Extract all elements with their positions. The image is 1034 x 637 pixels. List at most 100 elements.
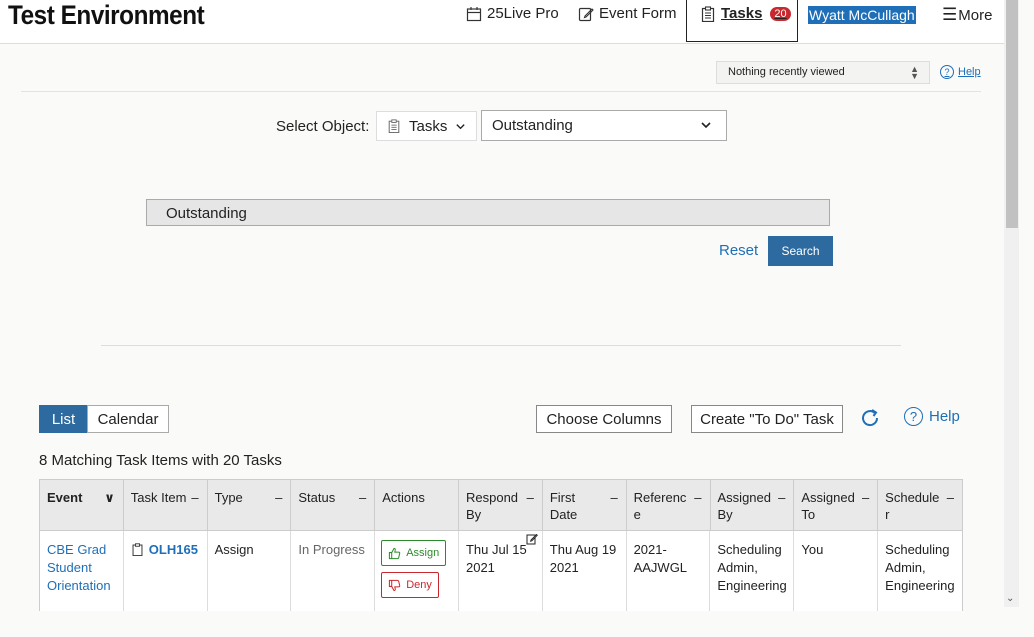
view-calendar-toggle[interactable]: Calendar [87,405,169,433]
reset-link[interactable]: Reset [719,242,758,259]
object-type-dropdown[interactable]: Tasks [376,111,477,141]
column-toggle-icon: – [358,490,367,505]
column-header-first-date[interactable]: First Date – [543,480,627,530]
help-top-label: Help [958,66,981,78]
search-type-select[interactable]: Outstanding [481,110,727,141]
event-name-link[interactable]: CBE Grad Student Orientation [40,531,124,611]
column-label: Assigned By [717,490,771,522]
top-header: Test Environment 25Live Pro Event Form T… [0,0,1004,44]
chevron-down-icon [701,122,711,129]
nav-tasks[interactable]: Tasks 20 [700,5,791,22]
column-header-type[interactable]: Type – [208,480,292,530]
column-label: Task Item [130,490,187,505]
create-todo-task-button[interactable]: Create "To Do" Task [691,405,843,433]
app-title: Test Environment [8,0,205,30]
column-toggle-icon: – [778,490,786,505]
table-row: CBE Grad Student Orientation OLH165 Assi… [39,531,963,611]
column-header-actions: Actions [375,480,459,530]
actions-cell: Assign Deny [375,531,459,611]
column-label: Status [298,490,336,505]
nav-tasks-label: Tasks [721,5,763,22]
help-results-label: Help [929,408,960,425]
respond-by-cell: Thu Jul 15 2021 [459,531,543,611]
recently-viewed-select[interactable]: Nothing recently viewed ▲ ▼ [716,61,930,84]
task-item-link[interactable]: OLH165 [149,541,198,559]
choose-columns-button[interactable]: Choose Columns [536,405,672,433]
hamburger-icon: ☰ [942,5,958,24]
deny-button[interactable]: Deny [381,572,439,598]
search-button[interactable]: Search [768,236,833,266]
search-type-value: Outstanding [492,117,573,134]
match-count-text: 8 Matching Task Items with 20 Tasks [39,452,282,469]
assigned-by-cell: Scheduling Admin, Engineering [710,531,795,611]
column-label: Respond By [465,490,519,522]
column-label: Actions [382,490,425,505]
table-header-row: Event ∨ Task Item – Type – Status – Actions … [39,479,963,531]
column-header-event[interactable]: Event ∨ [40,480,124,530]
nav-25live-pro[interactable]: 25Live Pro [466,5,559,22]
column-header-reference[interactable]: Referenc e – [627,480,711,530]
tasks-count-badge: 20 [770,6,791,21]
edit-icon[interactable] [526,533,538,545]
column-header-assigned-by[interactable]: Assigned By – [711,480,795,530]
thumbs-up-icon [389,547,401,559]
column-header-scheduler[interactable]: Schedule r – [878,480,962,530]
sort-chevron-icon: ∨ [104,490,115,505]
scrollbar-thumb[interactable] [1006,0,1018,228]
assign-button[interactable]: Assign [381,540,447,566]
column-label: Event [47,490,83,505]
scroll-down-arrow-icon[interactable]: ⌄ [1006,593,1014,604]
assigned-to-cell: You [794,531,879,611]
refresh-icon[interactable] [859,407,881,429]
type-cell: Assign [208,531,292,611]
column-label: Referenc e [633,490,687,522]
column-toggle-icon: – [191,490,199,505]
column-toggle-icon: – [275,490,283,505]
column-label: Assigned To [801,490,855,522]
column-label: First Date [549,490,578,522]
column-toggle-icon: – [946,490,954,505]
help-icon: ? [904,407,923,426]
assign-label: Assign [406,547,440,559]
column-label: Type [214,490,243,505]
status-cell: In Progress [291,531,376,611]
more-menu[interactable]: ☰ More [942,5,992,25]
nav-25live-pro-label: 25Live Pro [487,5,559,22]
recently-viewed-value: Nothing recently viewed [728,66,845,78]
column-toggle-icon: – [861,490,870,505]
divider [21,91,981,92]
more-label: More [958,6,993,24]
column-toggle-icon: – [694,490,702,505]
search-criteria-box[interactable]: Outstanding [146,199,830,226]
nav-event-form-label: Event Form [599,5,677,22]
thumbs-down-icon [389,579,401,591]
column-toggle-icon: – [526,490,534,505]
column-toggle-icon: – [610,490,618,505]
chevron-down-icon [456,123,465,129]
user-menu[interactable]: Wyatt McCullagh [808,6,916,24]
clipboard-icon [132,543,143,556]
reference-cell: 2021-AAJWGL [627,531,711,611]
column-header-respond-by[interactable]: Respond By – [459,480,543,530]
nav-event-form[interactable]: Event Form [578,5,677,22]
help-icon: ? [940,65,954,79]
clipboard-icon [701,5,715,22]
column-header-assigned-to[interactable]: Assigned To – [794,480,879,530]
column-label: Schedule r [885,490,940,522]
help-link-results[interactable]: ? Help [904,407,960,426]
task-item-cell: OLH165 [124,531,208,611]
calendar-icon [466,6,482,21]
first-date-cell: Thu Aug 19 2021 [543,531,627,611]
updown-caret-icon: ▲ ▼ [910,64,919,81]
column-header-status[interactable]: Status – [291,480,376,530]
select-object-label: Select Object: [276,118,370,135]
object-type-value: Tasks [409,117,448,135]
scheduler-cell: Scheduling Admin, Engineering [885,542,955,593]
deny-label: Deny [406,579,432,591]
divider [101,345,901,346]
edit-form-icon [578,7,594,21]
view-list-toggle[interactable]: List [39,405,88,433]
help-link-top[interactable]: ? Help [940,65,981,79]
tasks-table: Event ∨ Task Item – Type – Status – Actions … [39,479,963,611]
column-header-task-item[interactable]: Task Item – [124,480,208,530]
